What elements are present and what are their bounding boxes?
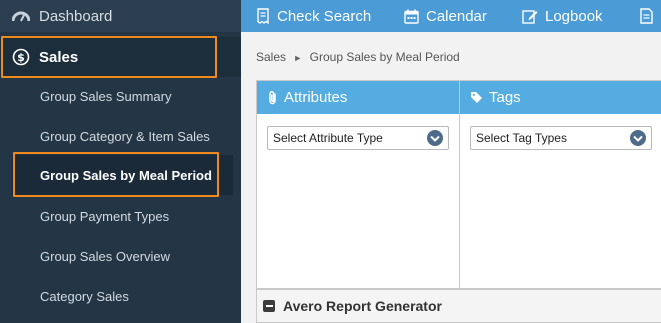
breadcrumb-current: Group Sales by Meal Period xyxy=(309,50,460,64)
chevron-down-icon[interactable] xyxy=(427,130,443,146)
pencil-square-icon xyxy=(522,8,538,24)
sidebar-item-category-sales[interactable]: Category Sales xyxy=(0,276,241,316)
sidebar-item-group-category-item-sales[interactable]: Group Category & Item Sales xyxy=(0,116,241,156)
tags-header: Tags xyxy=(460,81,661,114)
document-link[interactable] xyxy=(640,0,660,32)
breadcrumb-parent[interactable]: Sales xyxy=(256,50,286,64)
attributes-panel: Attributes Select Attribute Type xyxy=(256,80,460,289)
sidebar: Dashboard $ Sales Group Sales Summary Gr… xyxy=(0,0,241,323)
tag-types-select[interactable]: Select Tag Types xyxy=(470,126,652,150)
attribute-type-select[interactable]: Select Attribute Type xyxy=(267,126,449,150)
logbook-link[interactable]: Logbook xyxy=(522,0,603,32)
report-generator-title: Avero Report Generator xyxy=(283,298,442,314)
logbook-label: Logbook xyxy=(545,7,603,25)
sidebar-item-group-sales-overview[interactable]: Group Sales Overview xyxy=(0,236,241,276)
sales-highlight-box xyxy=(1,36,217,78)
main-content: Sales ► Group Sales by Meal Period Attri… xyxy=(241,32,661,323)
attributes-header: Attributes xyxy=(257,81,459,114)
check-search-label: Check Search xyxy=(277,7,372,25)
calendar-icon xyxy=(404,9,419,24)
receipt-icon xyxy=(256,8,270,24)
tags-title: Tags xyxy=(489,89,521,106)
breadcrumb: Sales ► Group Sales by Meal Period xyxy=(256,50,464,64)
calendar-link[interactable]: Calendar xyxy=(404,0,487,32)
tags-panel: Tags Select Tag Types xyxy=(459,80,661,289)
meal-period-highlight-box xyxy=(13,152,219,197)
nav-dashboard[interactable]: Dashboard xyxy=(0,0,241,32)
calendar-label: Calendar xyxy=(426,7,487,25)
sidebar-item-group-sales-summary[interactable]: Group Sales Summary xyxy=(0,76,241,116)
breadcrumb-separator: ► xyxy=(293,53,303,63)
collapse-icon[interactable] xyxy=(263,300,275,312)
report-generator-bar[interactable]: Avero Report Generator xyxy=(256,289,661,323)
chevron-down-icon[interactable] xyxy=(630,130,646,146)
document-icon xyxy=(640,8,653,24)
tag-types-value: Select Tag Types xyxy=(476,131,567,145)
tag-icon xyxy=(470,91,483,104)
sidebar-item-group-payment-types[interactable]: Group Payment Types xyxy=(0,196,241,236)
speedometer-icon xyxy=(12,9,30,23)
check-search-link[interactable]: Check Search xyxy=(256,0,371,32)
attributes-title: Attributes xyxy=(284,89,348,106)
paperclip-icon xyxy=(267,90,278,105)
top-toolbar: Check Search Calendar Logbook xyxy=(241,0,661,32)
attribute-type-value: Select Attribute Type xyxy=(273,131,383,145)
nav-dashboard-label: Dashboard xyxy=(39,7,113,25)
